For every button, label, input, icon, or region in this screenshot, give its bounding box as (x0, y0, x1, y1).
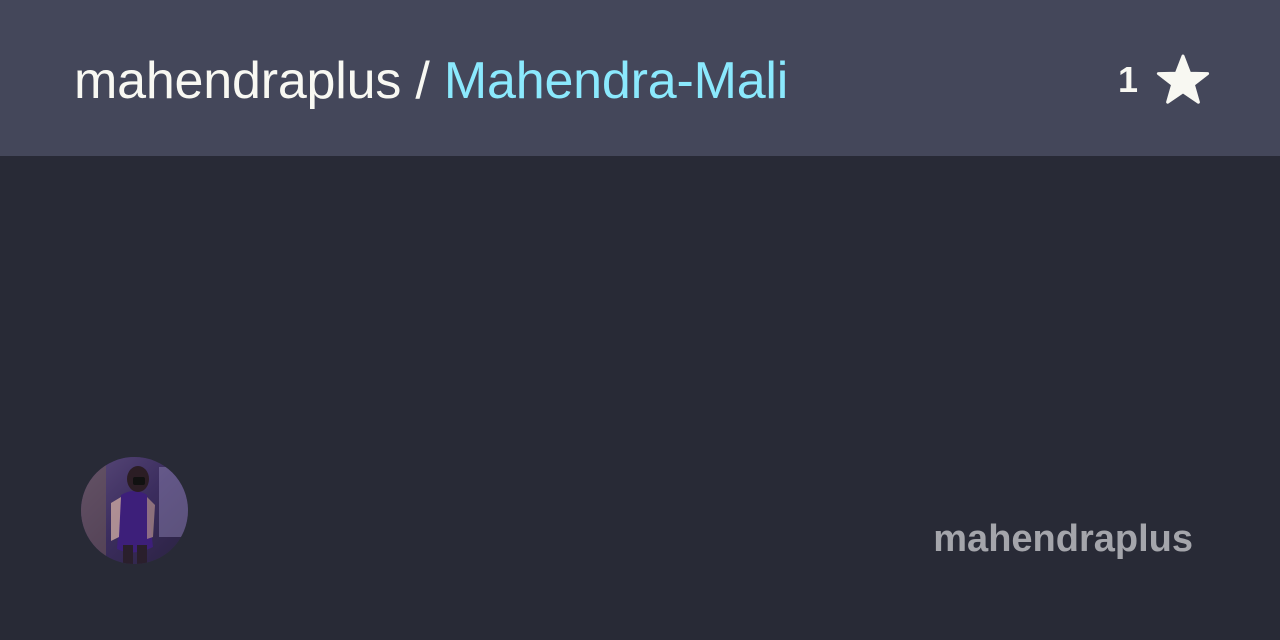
star-count: 1 (1117, 59, 1138, 100)
star-icon (1156, 54, 1210, 104)
footer-username[interactable]: mahendraplus (933, 516, 1193, 562)
repo-social-card: mahendraplus / Mahendra-Mali 1 mahendrap… (0, 0, 1280, 640)
path-separator: / (401, 52, 444, 110)
card-header: mahendraplus / Mahendra-Mali 1 (0, 0, 1280, 156)
repo-owner-link[interactable]: mahendraplus (74, 52, 401, 110)
repo-name-link[interactable]: Mahendra-Mali (444, 52, 788, 110)
avatar[interactable] (81, 457, 188, 564)
star-counter[interactable]: 1 (1118, 52, 1210, 108)
avatar-image (81, 457, 188, 564)
repo-title: mahendraplus / Mahendra-Mali (74, 50, 788, 112)
